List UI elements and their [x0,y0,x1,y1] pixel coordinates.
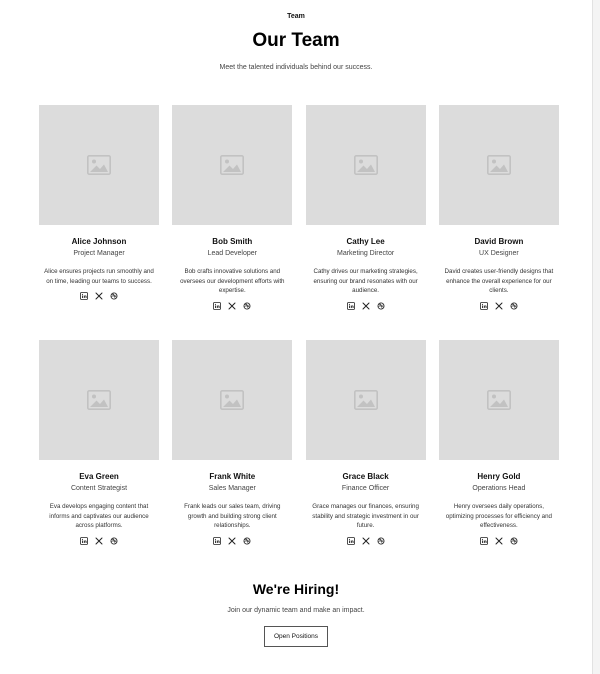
team-member-card: Frank White Sales Manager Frank leads our … [172,340,293,545]
linkedin-icon[interactable] [346,536,355,545]
member-bio: Frank leads our sales team, driving grow… [184,503,281,529]
image-placeholder-icon [87,155,111,175]
x-icon[interactable] [362,302,370,310]
team-member-card: Henry Gold Operations Head Henry oversees … [438,340,559,545]
member-name: Grace Black [342,472,389,481]
member-bio: David creates user-friendly designs that… [444,268,554,294]
image-placeholder-icon [486,155,511,175]
member-bio: Cathy drives our marketing strategies, e… [313,268,418,294]
x-icon[interactable] [495,537,503,545]
dribbble-icon[interactable] [510,537,518,545]
x-icon[interactable] [228,302,236,310]
image-placeholder-icon [486,390,511,410]
member-role: Lead Developer [207,250,258,257]
linkedin-icon[interactable] [479,301,488,310]
member-photo-placeholder [305,105,426,225]
member-role: Finance Officer [341,485,390,492]
member-photo-placeholder [172,340,293,460]
image-placeholder-icon [353,155,378,175]
member-name: Henry Gold [477,472,521,481]
member-social-links [306,536,426,545]
member-photo-placeholder [438,105,559,225]
member-role: Project Manager [73,250,125,257]
member-bio: Eva develops engaging content that infor… [49,503,149,529]
member-bio: Alice ensures projects run smoothly and … [44,268,154,285]
dribbble-icon[interactable] [110,292,118,300]
linkedin-icon[interactable] [346,301,355,310]
hiring-subtitle: Join our dynamic team and make an impact… [227,607,365,614]
x-icon[interactable] [228,537,236,545]
dribbble-icon[interactable] [377,537,385,545]
section-eyebrow: Team [287,13,305,20]
dribbble-icon[interactable] [377,302,385,310]
linkedin-icon[interactable] [80,292,88,300]
member-name: Eva Green [79,472,119,481]
team-member-card: Grace Black Finance Officer Grace manages … [305,340,426,545]
team-header: Team Our Team Meet the talented individu… [0,0,592,73]
dribbble-icon[interactable] [243,302,251,310]
x-icon[interactable] [95,537,103,545]
scrollbar[interactable] [592,0,600,674]
team-page: Team Our Team Meet the talented individu… [0,0,592,674]
member-name: David Brown [474,237,524,246]
member-role: Operations Head [472,485,526,492]
open-positions-button[interactable]: Open Positions [264,626,328,647]
team-grid-row-2: Eva Green Content Strategist Eva develops … [39,340,559,545]
member-photo-placeholder [172,105,293,225]
member-bio: Henry oversees daily operations, optimiz… [445,503,552,529]
team-member-card: Alice Johnson Project Manager Alice ensure… [39,105,159,310]
hiring-title: We're Hiring! [252,581,340,597]
linkedin-icon[interactable] [80,536,88,545]
page-subtitle: Meet the talented individuals behind our… [219,64,373,71]
dribbble-icon[interactable] [110,537,118,545]
member-role: Content Strategist [70,485,128,492]
member-social-links [439,301,559,310]
member-name: Cathy Lee [346,237,385,246]
member-social-links [39,536,159,545]
image-placeholder-icon [353,390,378,410]
member-name: Alice Johnson [71,237,127,246]
image-placeholder-icon [87,390,111,410]
member-social-links [306,301,426,310]
member-role: Sales Manager [208,485,256,492]
team-member-card: Bob Smith Lead Developer Bob crafts innova… [172,105,293,310]
hiring-section: We're Hiring! Join our dynamic team and … [0,580,592,647]
member-role: Marketing Director [337,250,395,257]
member-social-links [172,301,292,310]
member-role: UX Designer [479,250,519,257]
x-icon[interactable] [95,292,103,300]
dribbble-icon[interactable] [243,537,251,545]
member-photo-placeholder [39,105,159,225]
member-photo-placeholder [305,340,426,460]
linkedin-icon[interactable] [213,536,222,545]
linkedin-icon[interactable] [479,536,488,545]
member-name: Bob Smith [212,237,253,246]
member-bio: Grace manages our finances, ensuring sta… [312,503,419,529]
team-member-card: Eva Green Content Strategist Eva develops … [39,340,159,545]
member-photo-placeholder [438,340,559,460]
member-social-links [39,292,159,300]
page-title: Our Team [252,30,340,51]
member-photo-placeholder [39,340,159,460]
dribbble-icon[interactable] [510,302,518,310]
linkedin-icon[interactable] [213,301,222,310]
team-member-card: Cathy Lee Marketing Director Cathy drives … [305,105,426,310]
image-placeholder-icon [220,155,245,175]
member-social-links [439,536,559,545]
team-grid-row-1: Alice Johnson Project Manager Alice ensure… [39,105,559,310]
x-icon[interactable] [495,302,503,310]
member-bio: Bob crafts innovative solutions and over… [180,268,285,294]
image-placeholder-icon [220,390,245,410]
member-name: Frank White [209,472,256,481]
team-member-card: David Brown UX Designer David creates user… [438,105,559,310]
member-social-links [172,536,292,545]
x-icon[interactable] [362,537,370,545]
